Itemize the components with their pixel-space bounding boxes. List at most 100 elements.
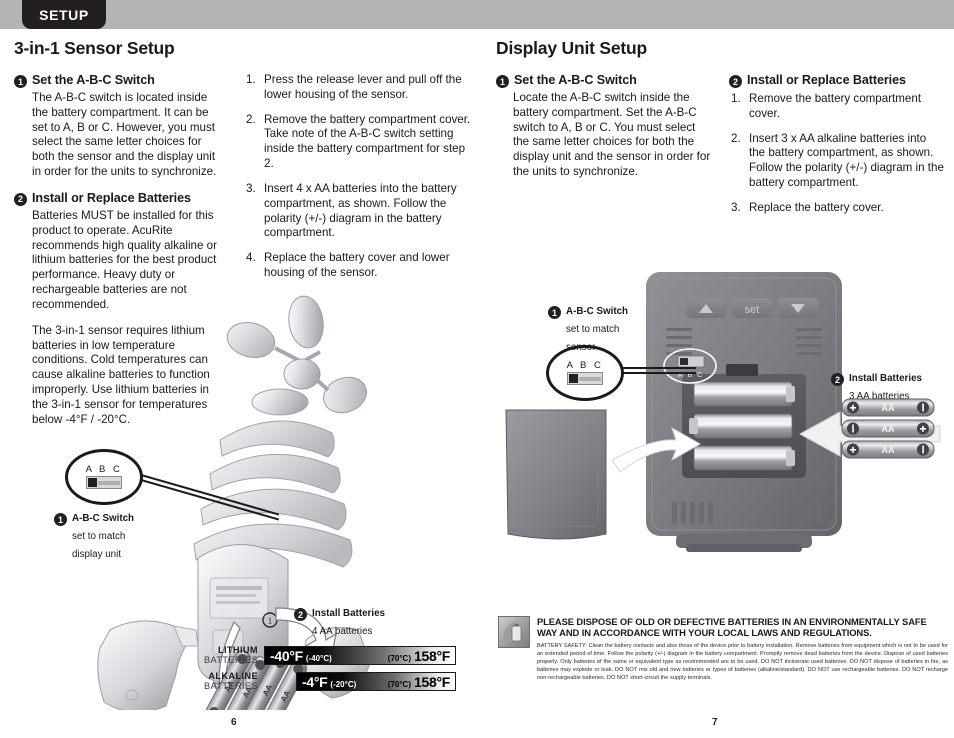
- step-number-badge: 1: [496, 75, 509, 88]
- callout-title: Install Batteries: [849, 373, 922, 384]
- list-item: 2. Insert 3 x AA alkaline batteries into …: [729, 132, 944, 191]
- temperature-gradient-bar: -40°F (-40°C) (70°C) 158°F: [264, 646, 456, 666]
- left-page-title: 3-in-1 Sensor Setup: [14, 38, 175, 58]
- callout-sub-1: set to match: [72, 531, 126, 542]
- display-unit-buttons: set: [686, 298, 818, 318]
- callout-sub-2: sensor: [566, 342, 596, 353]
- abc-letters-label: A B C: [85, 463, 123, 475]
- step-number-badge: 1: [14, 75, 27, 88]
- list-item-number: 3.: [246, 181, 256, 195]
- list-item: 1. Press the release lever and pull off t…: [244, 73, 476, 103]
- battery-type-sublabel: BATTERIES: [204, 680, 258, 691]
- svg-text:1: 1: [268, 616, 273, 626]
- right-step-1-column: 1 Set the A-B-C Switch Locate the A-B-C …: [496, 73, 711, 226]
- abc-switch-track: [98, 480, 120, 485]
- list-item-number: 2.: [731, 131, 741, 145]
- display-battery-cover: [505, 409, 607, 540]
- abc-switch-graphic: [86, 476, 122, 490]
- page-number-left: 6: [231, 717, 237, 728]
- temp-low-f: -4°F: [302, 673, 328, 690]
- temp-high-c: (70°C): [387, 679, 411, 689]
- display-abc-leader-line: [612, 367, 696, 369]
- display-batteries-graphic: AA AA AA: [840, 398, 936, 465]
- svg-text:AA: AA: [882, 424, 895, 434]
- battery-recycle-icon: [498, 616, 530, 648]
- abc-switch-graphic: [567, 372, 603, 386]
- sensor-abc-callout: 1 A-B-C Switch set to match display unit: [54, 508, 134, 562]
- right-step-1-header: 1 Set the A-B-C Switch: [496, 73, 711, 88]
- radiation-shield: [193, 388, 353, 568]
- header-bar: SETUP: [0, 0, 954, 29]
- list-item-text: Replace the battery cover.: [749, 200, 884, 214]
- compartment-battery: [693, 381, 793, 407]
- display-abc-callout: 1 A-B-C Switch set to match sensor: [548, 301, 628, 355]
- temp-high-f: 158°F: [413, 673, 450, 690]
- list-item-text: Press the release lever and pull off the…: [264, 73, 462, 101]
- list-item-number: 1.: [731, 92, 741, 105]
- abc-letters-label: A B C: [566, 359, 604, 371]
- step-number-badge: 2: [729, 75, 742, 88]
- compartment-battery: [693, 445, 793, 471]
- list-item-number: 4.: [246, 251, 256, 265]
- right-step-1-body: Locate the A-B-C switch inside the batte…: [513, 91, 711, 179]
- notice-headline: PLEASE DISPOSE OF OLD OR DEFECTIVE BATTE…: [537, 616, 927, 639]
- left-step-2-header: 2 Install or Replace Batteries: [14, 191, 226, 206]
- temperature-row-lithium: LITHIUM BATTERIES -40°F (-40°C) (70°C) 1…: [196, 645, 456, 666]
- callout-number-badge: 1: [548, 306, 561, 319]
- list-item: 3. Replace the battery cover.: [729, 201, 944, 216]
- abc-switch-track: [579, 376, 601, 381]
- step-number-badge: 2: [14, 192, 27, 206]
- list-item-text: Replace the battery cover and lower hous…: [264, 251, 450, 280]
- right-step-2-title: Install or Replace Batteries: [747, 73, 906, 87]
- list-item: 2. Remove the battery compartment cover. …: [244, 113, 476, 172]
- svg-text:AA: AA: [882, 445, 895, 455]
- list-item-text: Remove the battery compartment cover. Ta…: [264, 112, 471, 171]
- battery-item: AA: [841, 398, 935, 417]
- list-item-text: Insert 3 x AA alkaline batteries into th…: [749, 131, 944, 190]
- callout-number-badge: 2: [831, 373, 844, 386]
- temperature-range-block: LITHIUM BATTERIES -40°F (-40°C) (70°C) 1…: [196, 645, 456, 699]
- manual-page: SETUP 3-in-1 Sensor Setup 1 Set the A-B-…: [0, 0, 954, 738]
- battery-item: AA: [841, 440, 935, 459]
- list-item-number: 2.: [246, 112, 256, 126]
- list-item: 3. Insert 4 x AA batteries into the batte…: [244, 182, 476, 241]
- sensor-batteries-callout: 2 Install Batteries 4 AA batteries: [294, 603, 385, 639]
- callout-number-badge: 2: [294, 608, 307, 621]
- left-step-1-header: 1 Set the A-B-C Switch: [14, 73, 226, 88]
- left-step-2-title: Install or Replace Batteries: [32, 190, 191, 205]
- notice-fine-print: BATTERY SAFETY: Clean the battery contac…: [537, 642, 948, 681]
- callout-number-badge: 1: [54, 513, 67, 526]
- lower-housing: [97, 620, 199, 710]
- right-procedure-list: 1. Remove the battery compartment cover. …: [729, 92, 944, 216]
- list-item-number: 1.: [246, 73, 256, 86]
- temperature-row-label: ALKALINE BATTERIES: [196, 672, 264, 691]
- sensor-abc-switch-callout-bubble: A B C: [65, 449, 143, 505]
- set-button-label: set: [745, 304, 760, 316]
- right-page-column: Display Unit Setup 1 Set the A-B-C Switc…: [496, 38, 944, 226]
- temp-low-c: (-20°C): [330, 679, 357, 689]
- battery-disposal-notice: PLEASE DISPOSE OF OLD OR DEFECTIVE BATTE…: [498, 616, 948, 683]
- svg-text:AA: AA: [882, 403, 895, 413]
- compartment-battery: [693, 413, 793, 439]
- left-step-1-body: The A-B-C switch is located inside the b…: [32, 91, 217, 179]
- right-step-2-column: 2 Install or Replace Batteries 1. Remove …: [729, 73, 944, 226]
- list-item: 4. Replace the battery cover and lower ho…: [244, 251, 476, 281]
- abc-switch-knob: [88, 478, 97, 488]
- callout-sub-1: set to match: [566, 324, 620, 335]
- list-item-text: Insert 4 x AA batteries into the battery…: [264, 181, 457, 240]
- temp-high-c: (70°C): [387, 653, 411, 663]
- abc-switch-knob: [569, 374, 578, 384]
- callout-sub-2: display unit: [72, 549, 122, 560]
- section-tab-setup: SETUP: [22, 0, 106, 29]
- list-item-number: 3.: [731, 200, 741, 214]
- left-procedure-list: 1. Press the release lever and pull off t…: [244, 73, 476, 281]
- temperature-gradient-bar: -4°F (-20°C) (70°C) 158°F: [296, 672, 456, 692]
- callout-sub: 4 AA batteries: [312, 626, 373, 637]
- temperature-row-label: LITHIUM BATTERIES: [196, 645, 264, 665]
- notice-text-body: PLEASE DISPOSE OF OLD OR DEFECTIVE BATTE…: [537, 616, 948, 683]
- callout-title: Install Batteries: [312, 608, 385, 619]
- battery-type-sublabel: BATTERIES: [204, 654, 258, 665]
- temp-low-c: (-40°C): [305, 653, 332, 663]
- page-number-right: 7: [712, 717, 718, 728]
- temperature-row-alkaline: ALKALINE BATTERIES -4°F (-20°C) (70°C) 1…: [196, 672, 456, 692]
